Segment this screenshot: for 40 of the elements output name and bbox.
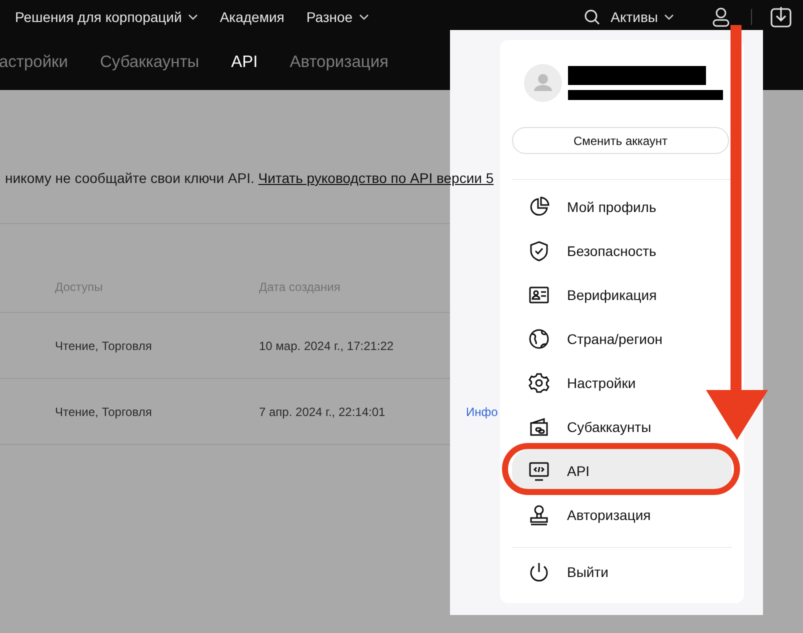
tab[interactable]: Субаккаунты [100,52,200,72]
switch-account-button[interactable]: Сменить аккаунт [512,127,729,154]
tab[interactable]: астройки [0,52,68,72]
menu-item[interactable]: Субаккаунты [512,405,732,449]
caret-icon [664,14,674,20]
avatar-icon [524,64,562,102]
nav-link[interactable]: Решения для корпораций [15,9,198,25]
user-icon[interactable] [712,7,730,27]
stamp-icon [528,504,550,526]
menu-item[interactable]: Безопасность [512,229,732,273]
monitor-code-icon [528,460,550,482]
shield-check-icon [528,240,550,262]
tab[interactable]: API [231,52,258,72]
menu-item[interactable]: Верификация [512,273,732,317]
info-link[interactable]: Инфо [466,404,498,418]
guide-link[interactable]: Читать руководство по API версии 5 [258,170,494,186]
menu-item[interactable]: Настройки [512,361,732,405]
assets-menu[interactable]: Активы [610,9,674,25]
table-cell-text: 10 мар. 2024 г., 17:21:22 [259,338,395,352]
nav-link[interactable]: Академия [220,9,284,25]
table-cell-text: 7 апр. 2024 г., 22:14:01 [259,404,386,418]
menu-item[interactable]: Страна/регион [512,317,732,361]
pie-chart-icon [528,196,550,218]
caret-icon [188,14,198,20]
power-icon [528,561,550,583]
table-cell-text: Чтение, Торговля [55,338,153,352]
logout-item[interactable]: Выйти [512,550,732,594]
menu-item[interactable]: Мой профиль [512,185,732,229]
nav-link[interactable]: Разное [306,9,369,25]
caret-icon [358,14,369,20]
download-icon[interactable] [770,6,792,28]
table-cell-text: Чтение, Торговля [55,404,153,418]
id-card-icon [528,284,550,306]
notice-text: никому не сообщайте свои ключи API. Читать руководство по API версии 5 [5,170,495,186]
menu-item[interactable]: Авторизация [512,493,732,537]
tab[interactable]: Авторизация [290,52,388,72]
wallet-link-icon [528,416,550,438]
search-icon[interactable] [584,9,600,25]
globe-icon [528,328,550,350]
gear-icon [528,372,550,394]
